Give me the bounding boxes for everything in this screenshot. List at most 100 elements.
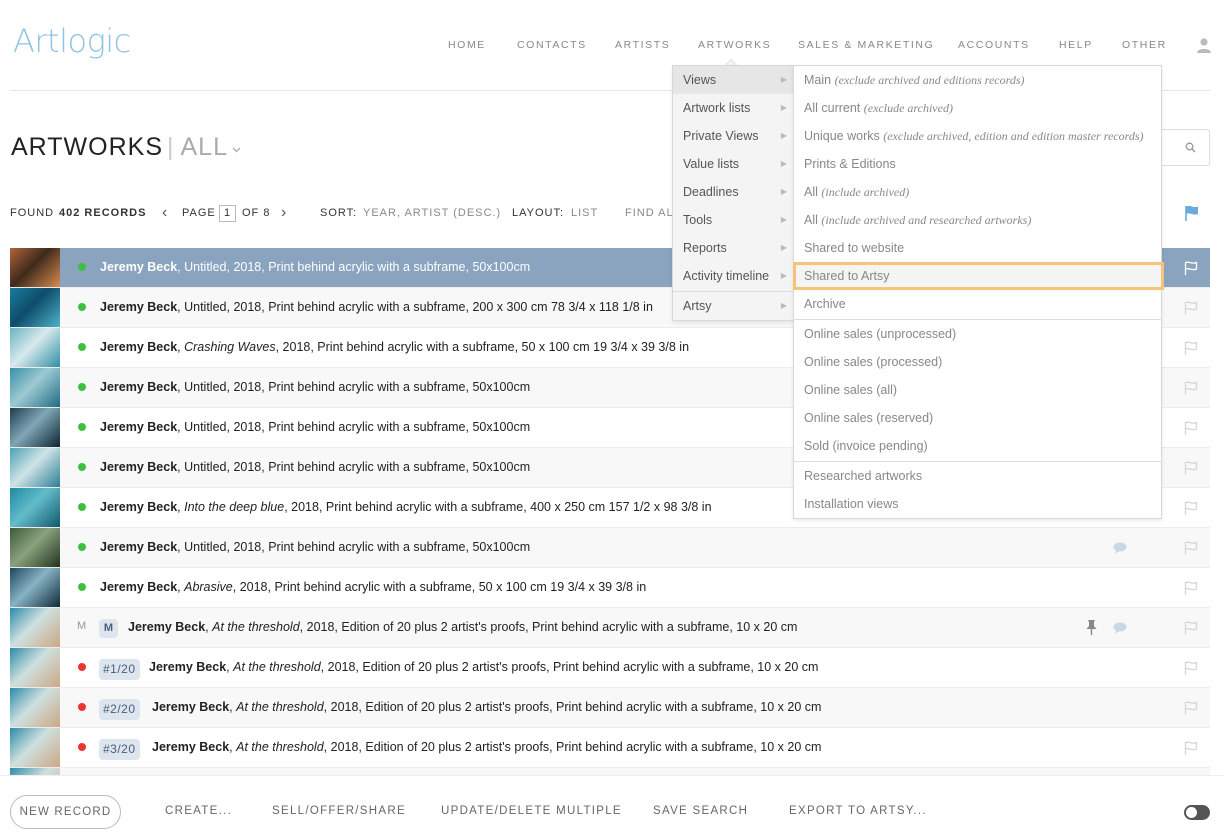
prev-page-icon[interactable]: ‹	[162, 204, 168, 222]
submenu-item[interactable]: Shared to website	[794, 234, 1161, 262]
artwork-description[interactable]: Jeremy Beck, Abrasive, 2018, Print behin…	[100, 580, 646, 594]
table-row[interactable]: #1/20 Jeremy Beck, At the threshold, 2018…	[10, 648, 1210, 688]
next-page-icon[interactable]: ›	[281, 204, 287, 222]
artwork-description[interactable]: Jeremy Beck, Untitled, 2018, Print behin…	[100, 460, 530, 474]
table-row[interactable]: M M Jeremy Beck, At the threshold, 2018, E…	[10, 608, 1210, 648]
submenu-item[interactable]: Shared to Artsy	[793, 262, 1164, 290]
nav-sales-marketing[interactable]: SALES & MARKETING	[798, 39, 934, 51]
export-to-artsy-button[interactable]: EXPORT TO ARTSY...	[789, 805, 927, 817]
find-all-link[interactable]: FIND AL	[625, 207, 674, 219]
save-search-button[interactable]: SAVE SEARCH	[653, 805, 748, 817]
artwork-thumbnail[interactable]	[10, 408, 60, 447]
comment-icon[interactable]	[1113, 622, 1127, 634]
chevron-down-icon[interactable]	[232, 141, 241, 156]
flag-icon[interactable]	[1184, 741, 1198, 755]
flag-icon[interactable]	[1184, 581, 1198, 595]
artwork-thumbnail[interactable]	[10, 288, 60, 327]
pin-icon[interactable]	[1086, 619, 1097, 635]
artwork-thumbnail[interactable]	[10, 568, 60, 607]
artwork-description[interactable]: Jeremy Beck, Into the deep blue, 2018, P…	[100, 500, 712, 514]
flag-icon[interactable]	[1184, 541, 1198, 555]
artwork-thumbnail[interactable]	[10, 768, 60, 775]
user-icon[interactable]	[1196, 37, 1212, 53]
submenu-item[interactable]: All (include archived)	[794, 178, 1161, 206]
nav-home[interactable]: HOME	[448, 39, 486, 51]
flag-icon[interactable]	[1184, 381, 1198, 395]
artwork-description[interactable]: Jeremy Beck, Crashing Waves, 2018, Print…	[100, 340, 689, 354]
submenu-item[interactable]: Prints & Editions	[794, 150, 1161, 178]
table-row[interactable]: #2/20 Jeremy Beck, At the threshold, 2018…	[10, 688, 1210, 728]
search-icon[interactable]	[1185, 142, 1196, 153]
comment-icon[interactable]	[1113, 542, 1127, 554]
sort-value[interactable]: YEAR, ARTIST (DESC.)	[363, 207, 501, 219]
create-button[interactable]: CREATE...	[165, 805, 232, 817]
update-delete-multiple-button[interactable]: UPDATE/DELETE MULTIPLE	[441, 805, 622, 817]
menu-item-deadlines[interactable]: Deadlines ▶	[673, 178, 793, 206]
artwork-thumbnail[interactable]	[10, 728, 60, 767]
artwork-description[interactable]: Jeremy Beck, Untitled, 2018, Print behin…	[100, 420, 530, 434]
nav-accounts[interactable]: ACCOUNTS	[958, 39, 1030, 51]
nav-contacts[interactable]: CONTACTS	[517, 39, 587, 51]
flag-icon[interactable]	[1184, 701, 1198, 715]
artwork-thumbnail[interactable]	[10, 528, 60, 567]
artwork-description[interactable]: Jeremy Beck, At the threshold, 2018, Edi…	[149, 660, 818, 674]
flag-icon[interactable]	[1184, 421, 1198, 435]
artwork-thumbnail[interactable]	[10, 328, 60, 367]
view-selector[interactable]: ALL	[181, 133, 228, 161]
table-row[interactable]: Jeremy Beck, Abrasive, 2018, Print behin…	[10, 568, 1210, 608]
artwork-thumbnail[interactable]	[10, 248, 60, 287]
flag-icon[interactable]	[1184, 461, 1198, 475]
flag-icon[interactable]	[1184, 341, 1198, 355]
submenu-item[interactable]: All current (exclude archived)	[794, 94, 1161, 122]
artwork-description[interactable]: Jeremy Beck, Untitled, 2018, Print behin…	[100, 260, 530, 274]
table-row[interactable]: #3/20 Jeremy Beck, At the threshold, 2018…	[10, 728, 1210, 768]
menu-item-views[interactable]: Views ▶	[673, 66, 793, 94]
artwork-description[interactable]: Jeremy Beck, Untitled, 2018, Print behin…	[100, 300, 653, 314]
flag-icon[interactable]	[1185, 205, 1199, 221]
sell-offer-share-button[interactable]: SELL/OFFER/SHARE	[272, 805, 406, 817]
submenu-item[interactable]: Sold (invoice pending)	[794, 432, 1161, 460]
toggle-switch[interactable]	[1184, 805, 1210, 820]
new-record-button[interactable]: NEW RECORD	[10, 795, 121, 829]
submenu-item[interactable]: Installation views	[794, 490, 1161, 518]
table-row[interactable]: Jeremy Beck, Untitled, 2018, Print behin…	[10, 528, 1210, 568]
page-number-input[interactable]: 1	[219, 205, 236, 222]
artwork-thumbnail[interactable]	[10, 688, 60, 727]
menu-item-artsy[interactable]: Artsy ▶	[673, 292, 793, 320]
submenu-item[interactable]: Online sales (reserved)	[794, 404, 1161, 432]
submenu-item[interactable]: Researched artworks	[794, 462, 1161, 490]
submenu-item[interactable]: Main (exclude archived and editions reco…	[794, 66, 1161, 94]
menu-item-private-views[interactable]: Private Views ▶	[673, 122, 793, 150]
flag-icon[interactable]	[1184, 301, 1198, 315]
artwork-thumbnail[interactable]	[10, 608, 60, 647]
artwork-thumbnail[interactable]	[10, 368, 60, 407]
artwork-description[interactable]: Jeremy Beck, Untitled, 2018, Print behin…	[100, 540, 530, 554]
submenu-item[interactable]: All (include archived and researched art…	[794, 206, 1161, 234]
artwork-description[interactable]: Jeremy Beck, At the threshold, 2018, Edi…	[152, 740, 821, 754]
artwork-thumbnail[interactable]	[10, 448, 60, 487]
submenu-item[interactable]: Online sales (unprocessed)	[794, 320, 1161, 348]
submenu-item[interactable]: Archive	[794, 290, 1161, 318]
flag-icon[interactable]	[1184, 661, 1198, 675]
menu-item-activity-timeline[interactable]: Activity timeline ▶	[673, 262, 793, 290]
nav-help[interactable]: HELP	[1059, 39, 1093, 51]
nav-artworks[interactable]: ARTWORKS	[698, 39, 771, 51]
submenu-item[interactable]: Unique works (exclude archived, edition …	[794, 122, 1161, 150]
submenu-item[interactable]: Online sales (processed)	[794, 348, 1161, 376]
table-row[interactable]	[10, 768, 1210, 775]
menu-item-reports[interactable]: Reports ▶	[673, 234, 793, 262]
menu-item-artwork-lists[interactable]: Artwork lists ▶	[673, 94, 793, 122]
artwork-description[interactable]: Jeremy Beck, At the threshold, 2018, Edi…	[128, 620, 797, 634]
artwork-description[interactable]: Jeremy Beck, At the threshold, 2018, Edi…	[152, 700, 821, 714]
flag-icon[interactable]	[1184, 501, 1198, 515]
flag-icon[interactable]	[1184, 621, 1198, 635]
artwork-description[interactable]: Jeremy Beck, Untitled, 2018, Print behin…	[100, 380, 530, 394]
flag-icon[interactable]	[1184, 261, 1198, 275]
menu-item-value-lists[interactable]: Value lists ▶	[673, 150, 793, 178]
menu-item-tools[interactable]: Tools ▶	[673, 206, 793, 234]
artwork-thumbnail[interactable]	[10, 648, 60, 687]
layout-value[interactable]: LIST	[571, 207, 598, 219]
artwork-thumbnail[interactable]	[10, 488, 60, 527]
submenu-item[interactable]: Online sales (all)	[794, 376, 1161, 404]
nav-other[interactable]: OTHER	[1122, 39, 1167, 51]
